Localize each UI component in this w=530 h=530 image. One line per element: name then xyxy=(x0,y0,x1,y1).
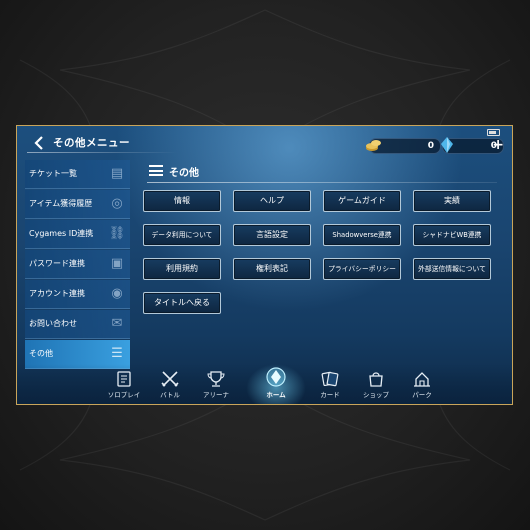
title-underline xyxy=(27,152,177,153)
terms-button[interactable]: 利用規約 xyxy=(143,258,221,280)
battle-swords-icon xyxy=(161,371,179,387)
solo-play-icon xyxy=(117,371,131,387)
nav-cards[interactable]: カード xyxy=(308,370,352,402)
help-button[interactable]: ヘルプ xyxy=(233,190,311,212)
sidebar: チケット一覧 ▤ アイテム獲得履歴 ◎ Cygames ID連携 ⛓ パスワード… xyxy=(25,160,130,370)
password-icon: ▣ xyxy=(110,256,124,271)
sidebar-item-tickets[interactable]: チケット一覧 ▤ xyxy=(25,160,130,189)
ticket-icon: ▤ xyxy=(110,166,124,181)
section-divider xyxy=(147,182,497,183)
account-icon: ◉ xyxy=(111,286,123,301)
gold-amount: 0 xyxy=(427,141,434,151)
achievements-button[interactable]: 実績 xyxy=(413,190,491,212)
game-window: その他メニュー 0 0 + チケット一覧 ▤ アイテム獲得履歴 ◎ Cygame… xyxy=(16,125,513,405)
privacy-policy-button[interactable]: プライバシーポリシー xyxy=(323,258,401,280)
home-crystal-icon xyxy=(266,367,286,387)
cards-icon xyxy=(321,371,339,387)
back-arrow-icon[interactable] xyxy=(31,135,47,151)
park-icon xyxy=(414,372,430,387)
return-to-title-button[interactable]: タイトルへ戻る xyxy=(143,292,221,314)
battery-icon xyxy=(487,129,500,136)
external-transmission-button[interactable]: 外部送信情報について xyxy=(413,258,491,280)
sidebar-item-contact[interactable]: お問い合わせ ✉ xyxy=(25,310,130,339)
sidebar-item-cygames-id[interactable]: Cygames ID連携 ⛓ xyxy=(25,220,130,249)
add-currency-button[interactable]: + xyxy=(492,138,504,152)
gold-coins-icon xyxy=(366,140,381,151)
bottom-nav: ソロプレイ バトル アリーナ ホーム カード ショップ パーク xyxy=(17,364,512,404)
shadowverse-link-button[interactable]: Shadowverse連携 xyxy=(323,224,401,246)
top-bar: その他メニュー 0 0 + xyxy=(17,126,512,158)
language-settings-button[interactable]: 言語設定 xyxy=(233,224,311,246)
hamburger-icon xyxy=(149,165,163,176)
rights-notice-button[interactable]: 権利表記 xyxy=(233,258,311,280)
arena-trophy-icon xyxy=(207,371,225,387)
nav-solo-play[interactable]: ソロプレイ xyxy=(102,370,146,402)
sidebar-item-item-history[interactable]: アイテム獲得履歴 ◎ xyxy=(25,190,130,219)
mail-icon: ✉ xyxy=(111,316,123,331)
data-usage-button[interactable]: データ利用について xyxy=(143,224,221,246)
section-title: その他 xyxy=(169,168,199,179)
items-icon: ◎ xyxy=(111,196,123,211)
shop-bag-icon xyxy=(369,372,383,387)
sidebar-item-account[interactable]: アカウント連携 ◉ xyxy=(25,280,130,309)
nav-park[interactable]: パーク xyxy=(400,370,444,402)
crystal-icon xyxy=(441,137,453,153)
nav-battle[interactable]: バトル xyxy=(148,370,192,402)
sidebar-item-password[interactable]: パスワード連携 ▣ xyxy=(25,250,130,279)
gold-currency: 0 xyxy=(366,138,441,154)
nav-arena[interactable]: アリーナ xyxy=(194,370,238,402)
nav-shop[interactable]: ショップ xyxy=(354,370,398,402)
nav-home[interactable]: ホーム xyxy=(254,366,298,399)
info-button[interactable]: 情報 xyxy=(143,190,221,212)
menu-icon: ☰ xyxy=(111,346,123,361)
page-title: その他メニュー xyxy=(53,137,130,149)
link-icon: ⛓ xyxy=(108,226,126,241)
game-guide-button[interactable]: ゲームガイド xyxy=(323,190,401,212)
shadonavi-wb-link-button[interactable]: シャドナビWB連携 xyxy=(413,224,491,246)
